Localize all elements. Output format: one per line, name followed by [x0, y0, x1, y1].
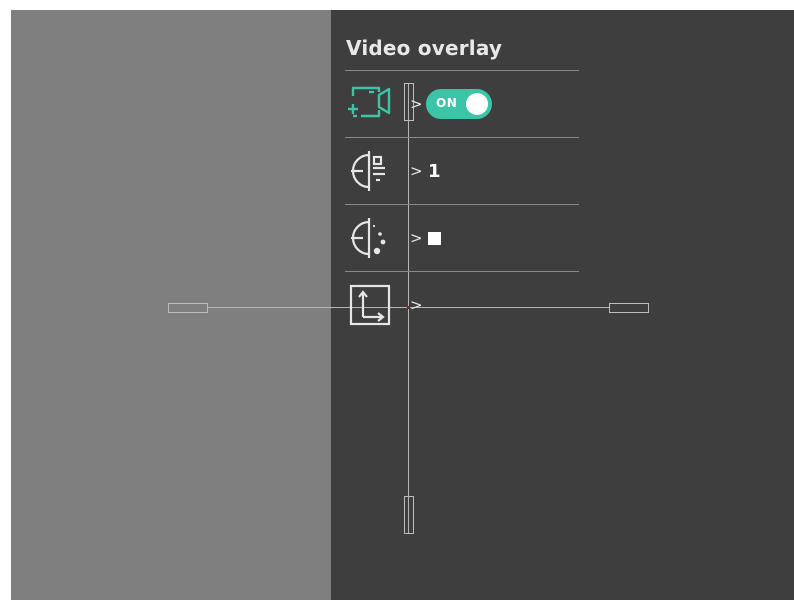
reticle-color-swatch	[428, 231, 441, 245]
video-overlay-menu: Video overlay > ON > 1 > >	[345, 36, 579, 338]
reticle-color-icon	[346, 214, 394, 262]
menu-item-reticle-color[interactable]: >	[345, 205, 579, 271]
chevron-right-icon: >	[410, 162, 423, 180]
menu-item-video-overlay[interactable]: > ON	[345, 71, 579, 137]
chevron-right-icon: >	[410, 296, 423, 314]
reticle-right-post	[609, 303, 649, 313]
reticle-type-icon	[346, 147, 394, 195]
menu-item-reticle-type[interactable]: > 1	[345, 138, 579, 204]
video-overlay-toggle[interactable]: ON	[426, 89, 492, 119]
menu-item-reticle-position[interactable]: >	[345, 272, 579, 338]
toggle-knob	[466, 93, 488, 115]
reticle-left-post	[168, 303, 208, 313]
reticle-position-icon	[346, 281, 394, 329]
toggle-label: ON	[436, 96, 458, 110]
chevron-right-icon: >	[410, 95, 423, 113]
chevron-right-icon: >	[410, 229, 423, 247]
menu-title: Video overlay	[346, 36, 503, 60]
reticle-bottom-post	[404, 496, 414, 534]
video-record-icon	[346, 80, 394, 128]
reticle-type-value: 1	[428, 160, 441, 182]
